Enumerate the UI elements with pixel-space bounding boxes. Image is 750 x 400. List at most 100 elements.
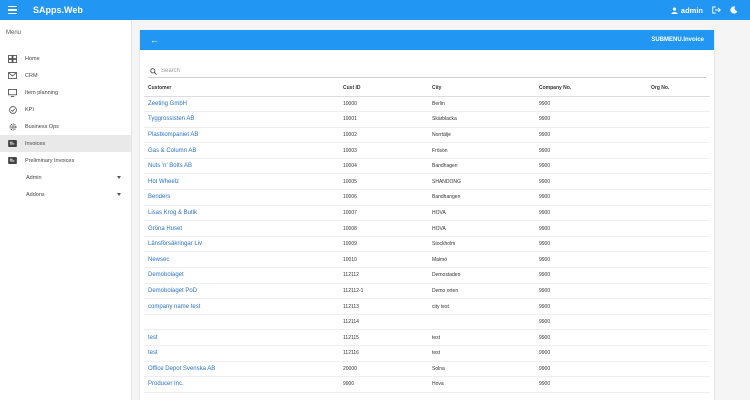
table-row[interactable]: Demobolaget 112112 Demostaden 9900 <box>144 267 710 284</box>
check-circle-icon <box>8 105 17 114</box>
table-row[interactable]: Länsförsäkringar Liv 10009 Stockholm 9900 <box>144 236 710 253</box>
cust-id-cell: 10003 <box>339 142 428 159</box>
table-row[interactable]: test 112116 test 9900 <box>144 345 710 362</box>
search-input[interactable] <box>161 68 461 74</box>
cust-id-cell: 112112-1 <box>339 283 428 300</box>
customer-cell[interactable]: Demobolaget PoD <box>144 283 339 300</box>
column-header-org-no[interactable]: Org No. <box>647 80 710 97</box>
org-no-cell <box>647 189 710 206</box>
sidebar-item-kpi[interactable]: KPI <box>0 101 131 118</box>
sidebar-item-home[interactable]: Home <box>0 50 131 67</box>
org-no-cell <box>647 220 710 237</box>
sidebar-group-admin[interactable]: Admin <box>0 169 131 186</box>
hamburger-menu-icon[interactable] <box>8 0 28 20</box>
table-row[interactable]: Gröna Huset 10008 HOVA 9900 <box>144 220 710 237</box>
table-row[interactable]: Demobolaget PoD 112112-1 Demo orten 9900 <box>144 283 710 300</box>
invoice-icon <box>8 140 17 148</box>
company-no-cell: 9900 <box>535 283 647 300</box>
cust-id-cell: 112112 <box>339 267 428 284</box>
sidebar-group-addons[interactable]: Addons <box>0 186 131 203</box>
column-header-customer[interactable]: Customer <box>144 80 339 97</box>
sidebar-item-crm[interactable]: CRM <box>0 67 131 84</box>
company-no-cell: 9900 <box>535 236 647 253</box>
column-header-city[interactable]: City <box>428 80 535 97</box>
sidebar-item-item-planning[interactable]: Item planning <box>0 84 131 101</box>
search-bar <box>148 65 706 78</box>
table-row[interactable]: Tyggrossisten AB 10001 Skärblacka 9900 <box>144 111 710 128</box>
org-no-cell <box>647 314 710 331</box>
customer-cell[interactable]: Länsförsäkringar Liv <box>144 236 339 253</box>
cust-id-cell: 10006 <box>339 189 428 206</box>
cust-id-cell: 20000 <box>339 361 428 378</box>
customer-cell[interactable]: Producer Inc. <box>144 376 339 393</box>
table-row[interactable]: Plastkompaniet AB 10002 Norrtälje 9900 <box>144 127 710 144</box>
org-no-cell <box>647 158 710 175</box>
company-no-cell: 9900 <box>535 220 647 237</box>
back-arrow-icon[interactable]: ← <box>150 35 159 45</box>
customer-cell[interactable]: Nuts 'n' Bolts AB <box>144 158 339 175</box>
table-row[interactable]: Producer Inc. 9900 Hova 9900 <box>144 376 710 393</box>
cust-id-cell: 10002 <box>339 127 428 144</box>
sidebar-item-invoices[interactable]: Invoices <box>0 135 131 152</box>
cust-id-cell: 10004 <box>339 158 428 175</box>
table-row[interactable]: Gas & Column AB 10003 Frösön 9900 <box>144 142 710 159</box>
panel-header: ← SUBMENU.Invoice <box>140 30 714 50</box>
customer-cell[interactable]: Demobolaget <box>144 267 339 284</box>
dark-mode-icon[interactable] <box>730 6 738 14</box>
sidebar-item-label: Business Ops <box>25 123 59 130</box>
user-menu[interactable]: admin <box>671 6 703 15</box>
customer-cell[interactable]: Plastkompaniet AB <box>144 127 339 144</box>
customer-cell[interactable] <box>144 314 339 331</box>
customer-cell[interactable]: Gröna Huset <box>144 220 339 237</box>
customer-cell[interactable]: company name test <box>144 298 339 315</box>
customer-cell[interactable]: test <box>144 329 339 346</box>
app-bar: SApps.Web admin <box>0 0 750 20</box>
cust-id-cell: 9900 <box>339 376 428 393</box>
city-cell: test <box>428 345 535 362</box>
table-row[interactable]: Lisas Krog & Butik 10007 HOVA 9900 <box>144 205 710 222</box>
org-no-cell <box>647 173 710 191</box>
sidebar-group-label: Admin <box>26 174 42 181</box>
table-row[interactable]: test 112115 test 9900 <box>144 329 710 346</box>
cust-id-cell: 10008 <box>339 220 428 237</box>
cust-id-cell: 112116 <box>339 345 428 362</box>
customer-cell[interactable]: Zeeting GmbH <box>144 96 339 113</box>
org-no-cell <box>647 111 710 128</box>
table-row[interactable]: company name test 112113 city test 9900 <box>144 298 710 315</box>
table-row[interactable]: Hot Wheelz 10005 SHANDONG 9900 <box>144 173 710 191</box>
table-row[interactable]: Office Depot Svenska AB 20000 Solna 9900 <box>144 361 710 378</box>
sidebar: Menu Home CRM Item planning KPI Business… <box>0 20 132 400</box>
gear-icon <box>8 123 17 131</box>
column-header-company-no[interactable]: Company No. <box>535 80 647 97</box>
sidebar-item-preliminary-invoices[interactable]: Preliminary Invoices <box>0 152 131 169</box>
customer-cell[interactable]: Newsec <box>144 251 339 269</box>
sidebar-item-business-ops[interactable]: Business Ops <box>0 118 131 135</box>
city-cell: Stockholm <box>428 236 535 253</box>
city-cell: Demo orten <box>428 283 535 300</box>
customer-cell[interactable]: Tyggrossisten AB <box>144 111 339 128</box>
customer-cell[interactable]: Benders <box>144 189 339 206</box>
cust-id-cell: 112114 <box>339 314 428 331</box>
company-no-cell: 9900 <box>535 189 647 206</box>
logout-icon[interactable] <box>712 6 721 14</box>
sidebar-item-label: Preliminary Invoices <box>25 157 75 164</box>
customer-cell[interactable]: Gas & Column AB <box>144 142 339 159</box>
customer-cell[interactable]: Office Depot Svenska AB <box>144 361 339 378</box>
company-no-cell: 9900 <box>535 345 647 362</box>
city-cell: Bandhangen <box>428 189 535 206</box>
cust-id-cell: 112113 <box>339 298 428 315</box>
org-no-cell <box>647 142 710 159</box>
customer-cell[interactable]: Lisas Krog & Butik <box>144 205 339 222</box>
table-row[interactable]: Benders 10006 Bandhangen 9900 <box>144 189 710 206</box>
user-icon <box>671 6 678 14</box>
customer-cell[interactable]: Hot Wheelz <box>144 173 339 191</box>
company-no-cell: 9900 <box>535 142 647 159</box>
table-row[interactable]: Newsec 10010 Malmö 9900 <box>144 251 710 269</box>
org-no-cell <box>647 345 710 362</box>
customer-cell[interactable]: test <box>144 345 339 362</box>
city-cell: Frösön <box>428 142 535 159</box>
table-row[interactable]: 112114 9900 <box>144 314 710 331</box>
table-row[interactable]: Zeeting GmbH 10000 Berlin 9900 <box>144 96 710 113</box>
table-row[interactable]: Nuts 'n' Bolts AB 10004 Bandhagen 9900 <box>144 158 710 175</box>
column-header-cust-id[interactable]: Cust ID <box>339 80 428 97</box>
